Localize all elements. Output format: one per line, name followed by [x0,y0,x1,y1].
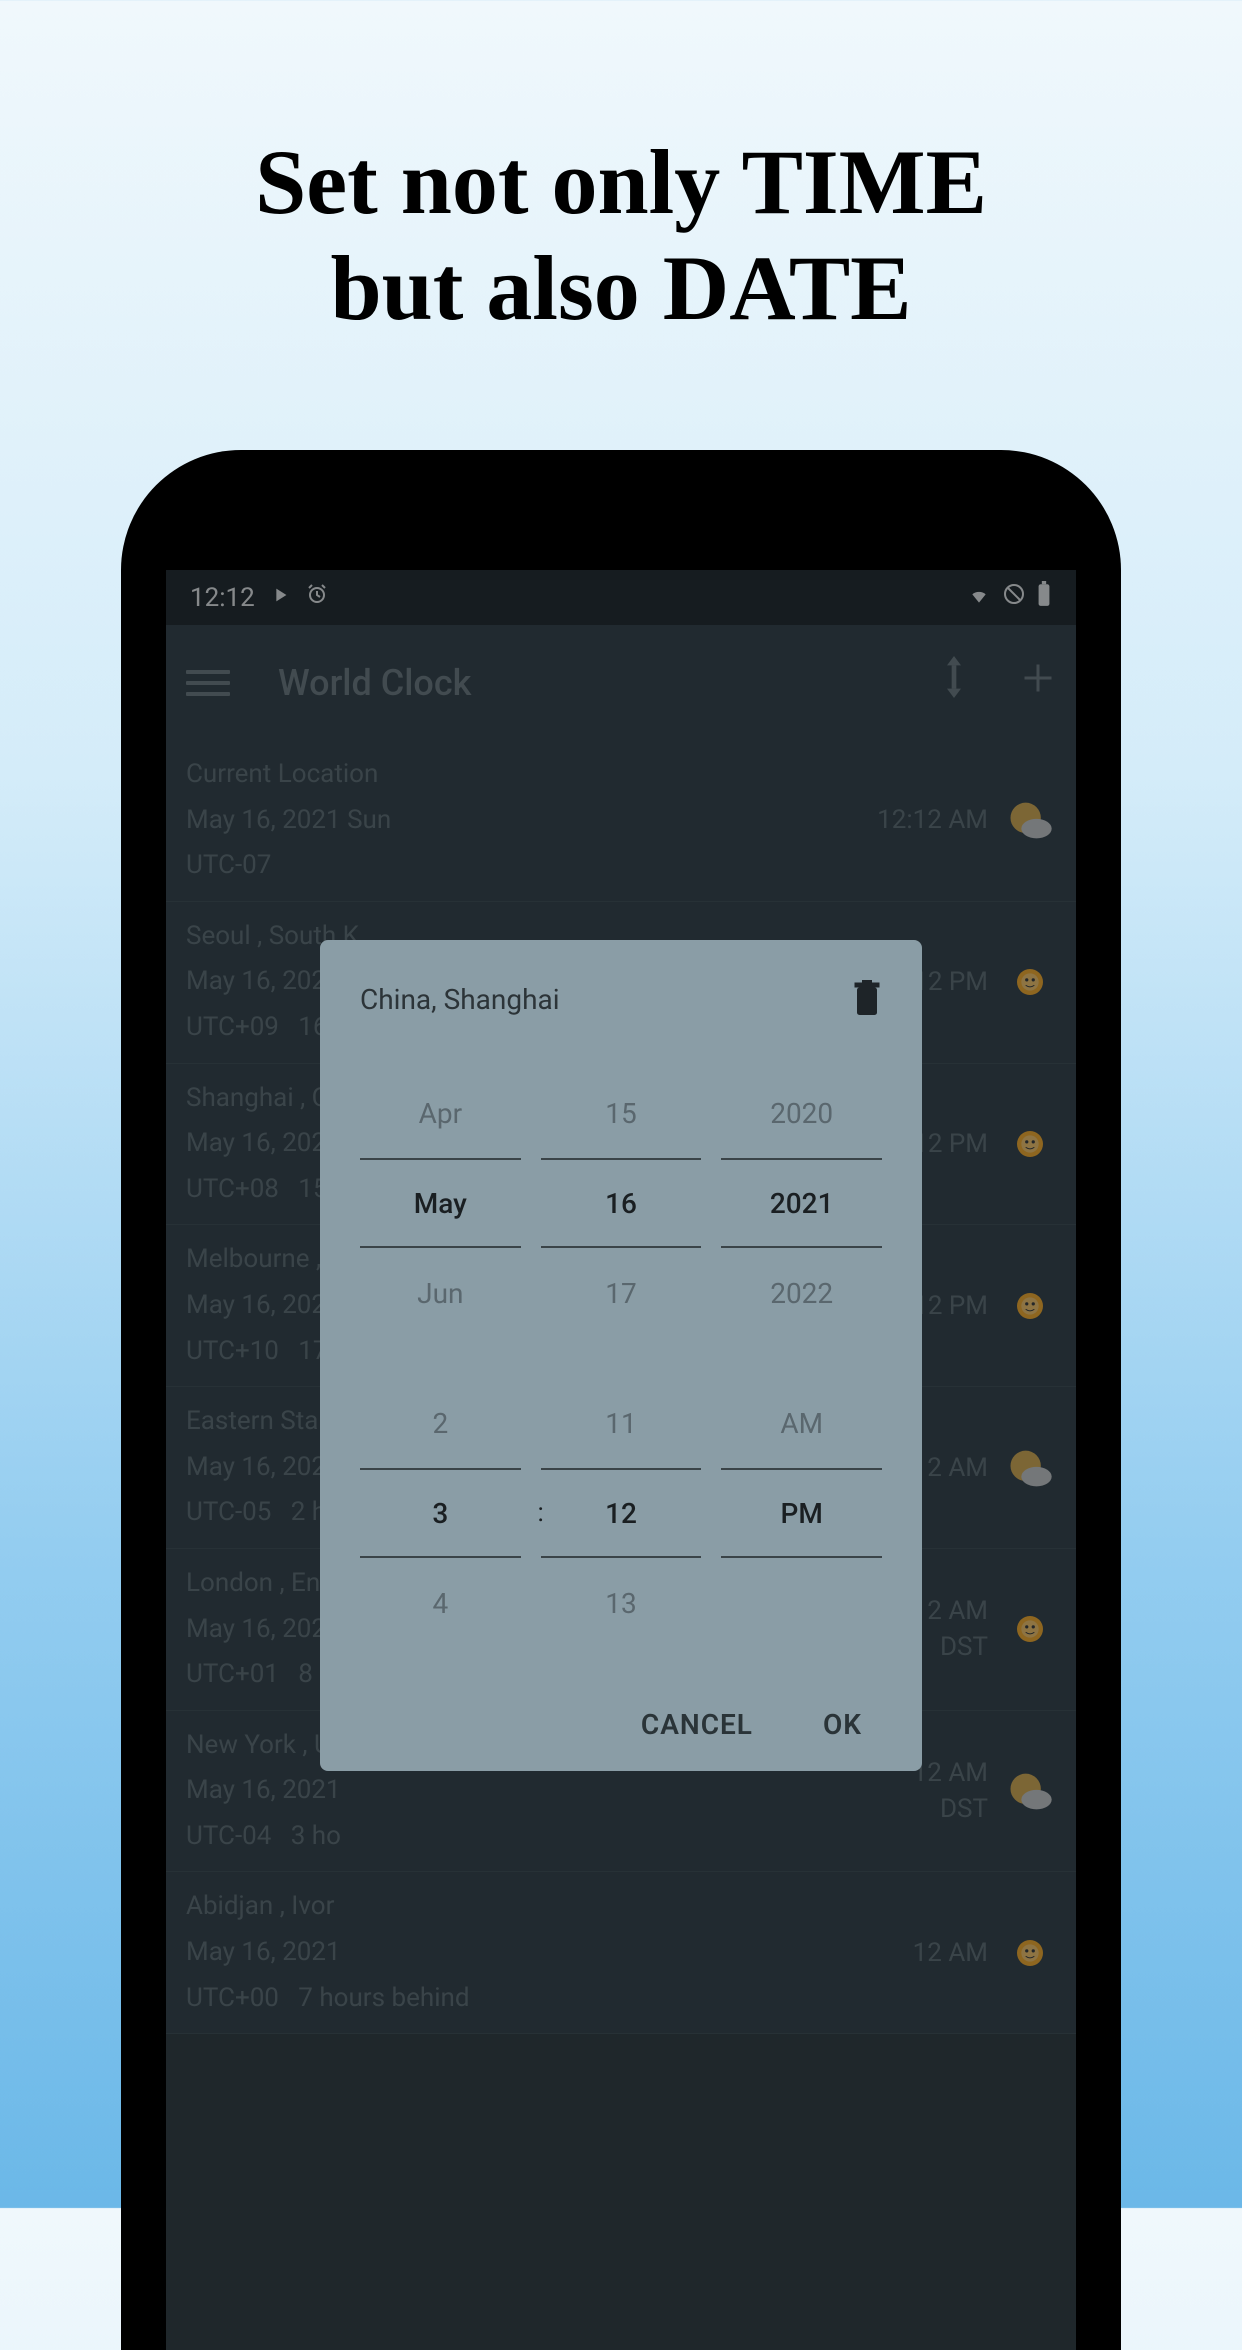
year-picker[interactable]: 2020 2021 2022 [721,1068,882,1338]
ampm-next[interactable] [721,1558,882,1648]
marketing-headline: Set not only TIME but also DATE [0,0,1242,342]
day-picker[interactable]: 15 16 17 [541,1068,702,1338]
minute-picker[interactable]: 11 12 13 [541,1378,702,1648]
minute-prev[interactable]: 11 [541,1378,702,1468]
headline-line1: Set not only TIME [0,130,1242,236]
day-selected[interactable]: 16 [541,1158,702,1248]
datetime-picker-dialog: China, Shanghai Apr May Jun 15 16 17 202… [320,940,922,1771]
month-selected[interactable]: May [360,1158,521,1248]
ok-button[interactable]: OK [823,1708,862,1741]
time-colon: : [537,1498,543,1528]
headline-line2: but also DATE [0,236,1242,342]
dialog-title: China, Shanghai [360,983,560,1016]
minute-selected[interactable]: 12 [541,1468,702,1558]
day-prev[interactable]: 15 [541,1068,702,1158]
year-selected[interactable]: 2021 [721,1158,882,1248]
time-picker-row: 2 3 4 : 11 12 13 AM PM [360,1378,882,1648]
hour-selected[interactable]: 3 [360,1468,521,1558]
phone-frame: 12:12 Worl [121,450,1121,2350]
year-next[interactable]: 2022 [721,1248,882,1338]
month-prev[interactable]: Apr [360,1068,521,1158]
cancel-button[interactable]: CANCEL [641,1708,753,1741]
month-picker[interactable]: Apr May Jun [360,1068,521,1338]
hour-prev[interactable]: 2 [360,1378,521,1468]
hour-picker[interactable]: 2 3 4 [360,1378,521,1648]
date-picker-row: Apr May Jun 15 16 17 2020 2021 2022 [360,1068,882,1338]
trash-icon[interactable] [852,980,882,1018]
year-prev[interactable]: 2020 [721,1068,882,1158]
day-next[interactable]: 17 [541,1248,702,1338]
ampm-selected[interactable]: PM [721,1468,882,1558]
ampm-prev[interactable]: AM [721,1378,882,1468]
phone-screen: 12:12 Worl [166,570,1076,2350]
ampm-picker[interactable]: AM PM [721,1378,882,1648]
hour-next[interactable]: 4 [360,1558,521,1648]
month-next[interactable]: Jun [360,1248,521,1338]
minute-next[interactable]: 13 [541,1558,702,1648]
